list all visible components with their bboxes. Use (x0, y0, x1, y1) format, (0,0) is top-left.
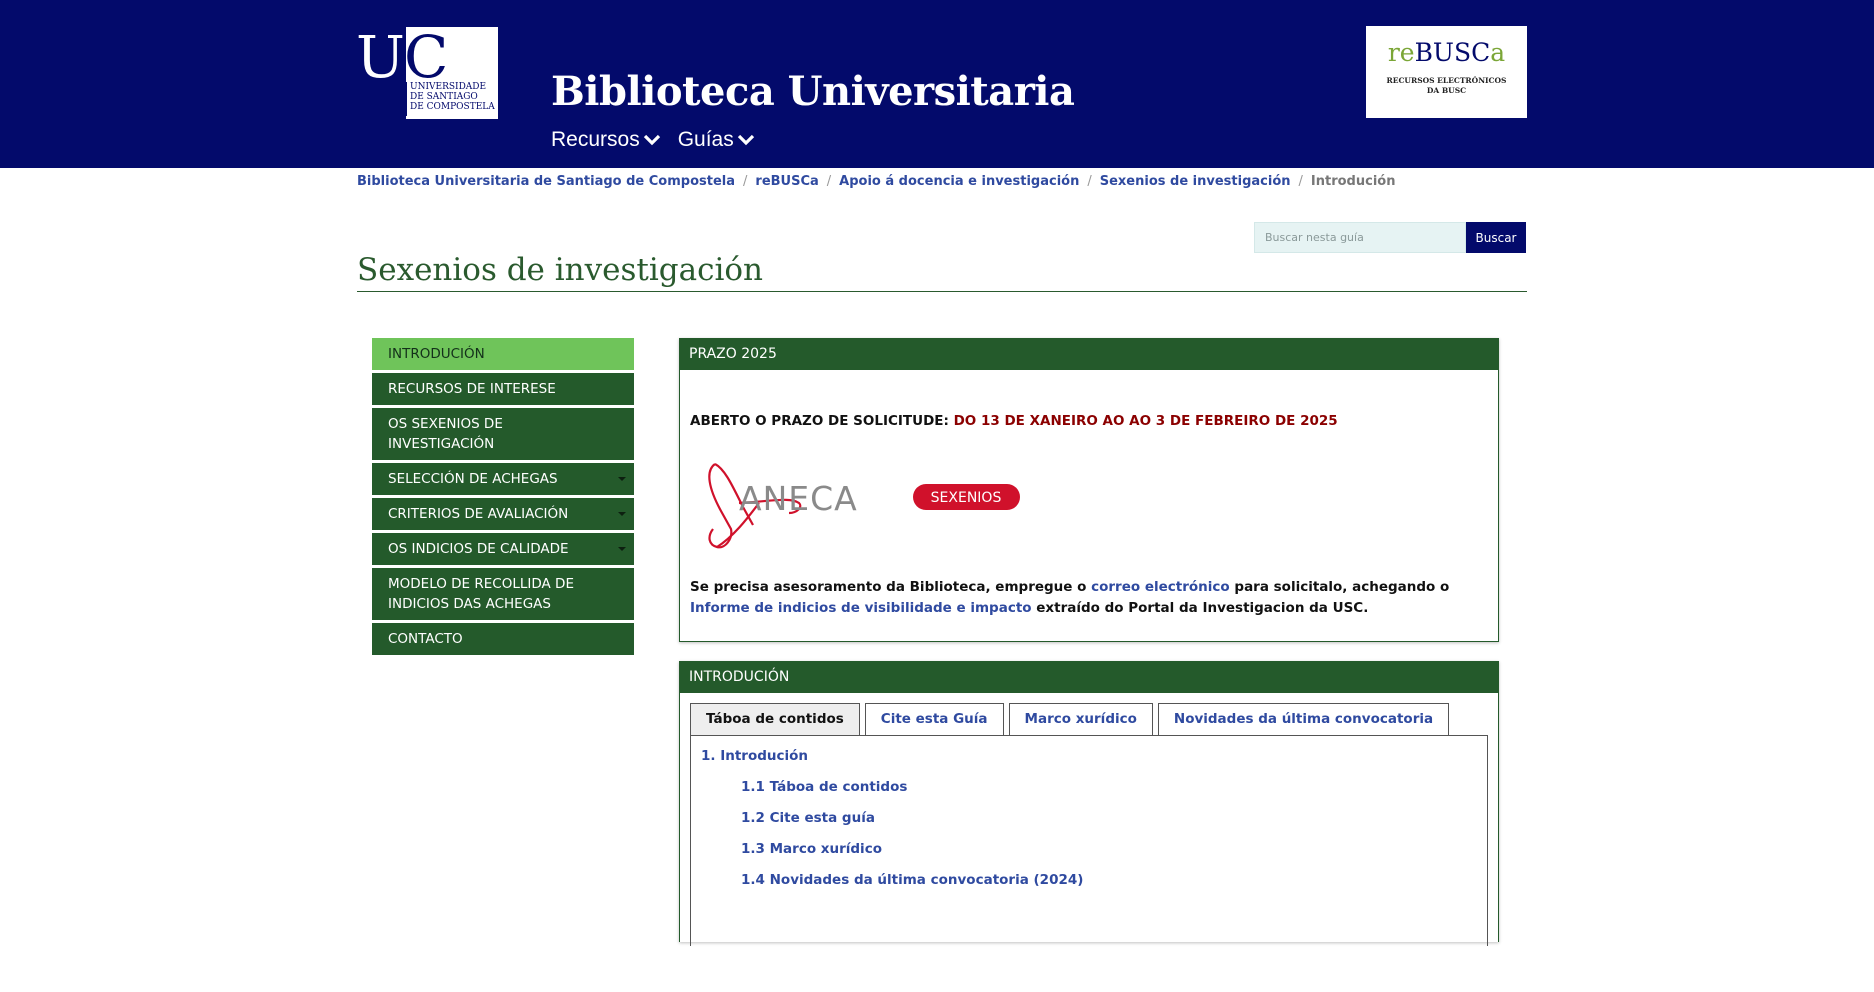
tab-marco-xuridico[interactable]: Marco xurídico (1008, 703, 1153, 735)
toc-link-taboa-de-contidos[interactable]: 1.1 Táboa de contidos (741, 779, 907, 795)
sidenav-item-os-indicios-de-calidade[interactable]: OS INDICIOS DE CALIDADE (372, 533, 634, 565)
aneca-logo-graphic: ANECA SEXENIOS (708, 463, 1020, 549)
sidenav-item-label: OS SEXENIOS DE INVESTIGACIÓN (388, 416, 503, 452)
prazo-box-heading: PRAZO 2025 (680, 339, 1498, 370)
introducion-box-heading: INTRODUCIÓN (680, 662, 1498, 693)
tab-panel-taboa-de-contidos: 1. Introdución 1.1 Táboa de contidos 1.2… (690, 735, 1488, 946)
announcement-dates: DO 13 DE XANEIRO AO AO 3 DE FEBREIRO DE … (953, 413, 1338, 429)
informe-indicios-link[interactable]: Informe de indicios de visibilidade e im… (690, 600, 1032, 616)
breadcrumb-link-sexenios[interactable]: Sexenios de investigación (1100, 174, 1291, 189)
tab-novidades[interactable]: Novidades da última convocatoria (1157, 703, 1450, 735)
guide-sidenav: INTRODUCIÓN RECURSOS DE INTERESE OS SEXE… (372, 338, 634, 658)
toc-link-novidades[interactable]: 1.4 Novidades da última convocatoria (20… (741, 872, 1083, 888)
tab-taboa-de-contidos[interactable]: Táboa de contidos (690, 703, 860, 735)
rebusca-logo[interactable]: reBUSCa RECURSOS ELECTRÓNICOS DA BUSC (1366, 26, 1527, 118)
sidenav-item-seleccion-de-achegas[interactable]: SELECCIÓN DE ACHEGAS (372, 463, 634, 495)
usc-logo-box: C UNIVERSIDADE DE SANTIAGO DE COMPOSTELA (404, 23, 498, 119)
nav-item-guias[interactable]: Guías (678, 128, 756, 152)
email-link[interactable]: correo electrónico (1091, 579, 1230, 595)
introducion-box: INTRODUCIÓN Táboa de contidos Cite esta … (679, 661, 1499, 946)
sidenav-item-recursos-de-interese[interactable]: RECURSOS DE INTERESE (372, 373, 634, 405)
chevron-down-icon (643, 134, 660, 146)
caret-down-icon[interactable] (618, 477, 626, 481)
nav-item-label: Guías (677, 128, 734, 151)
breadcrumb: Biblioteca Universitaria de Santiago de … (357, 174, 1395, 189)
sidenav-item-label: MODELO DE RECOLLIDA DE INDICIOS DAS ACHE… (388, 576, 574, 612)
sidenav-item-label: OS INDICIOS DE CALIDADE (388, 541, 569, 557)
sidenav-item-criterios-de-avaliacion[interactable]: CRITERIOS DE AVALIACIÓN (372, 498, 634, 530)
caret-down-icon[interactable] (618, 512, 626, 516)
page-title: Sexenios de investigación (357, 252, 764, 288)
usc-logo-divider (406, 82, 407, 116)
site-header: US C UNIVERSIDADE DE SANTIAGO DE COMPOST… (0, 0, 1874, 168)
breadcrumb-link-biblioteca[interactable]: Biblioteca Universitaria de Santiago de … (357, 174, 735, 189)
tab-cite-esta-guia[interactable]: Cite esta Guía (864, 703, 1004, 735)
breadcrumb-link-rebusca[interactable]: reBUSCa (755, 174, 818, 189)
breadcrumb-link-apoio[interactable]: Apoio á docencia e investigación (839, 174, 1079, 189)
rebusca-logo-subtitle: RECURSOS ELECTRÓNICOS DA BUSC (1386, 76, 1507, 95)
toc-link-marco-xuridico[interactable]: 1.3 Marco xurídico (741, 841, 882, 857)
help-text-part: extraído do Portal da Investigacion da U… (1031, 600, 1369, 616)
search-input[interactable] (1254, 222, 1466, 253)
sexenios-badge-label: SEXENIOS (931, 490, 1002, 506)
title-divider (357, 291, 1527, 292)
sidenav-item-modelo-de-recollida[interactable]: MODELO DE RECOLLIDA DE INDICIOS DAS ACHE… (372, 568, 634, 620)
nav-item-label: Recursos (551, 128, 640, 151)
usc-logo[interactable]: US C UNIVERSIDADE DE SANTIAGO DE COMPOST… (356, 23, 498, 119)
site-title[interactable]: Biblioteca Universitaria (551, 68, 1075, 115)
caret-down-icon[interactable] (618, 547, 626, 551)
help-paragraph: Se precisa asesoramento da Biblioteca, e… (690, 577, 1490, 619)
toc-link-introducion[interactable]: 1. Introdución (701, 748, 808, 764)
nav-item-recursos[interactable]: Recursos (551, 128, 662, 152)
breadcrumb-separator: / (826, 174, 832, 189)
main-nav: Recursos Guías (551, 128, 756, 152)
sidenav-item-label: INTRODUCIÓN (388, 346, 485, 362)
sidenav-item-os-sexenios[interactable]: OS SEXENIOS DE INVESTIGACIÓN (372, 408, 634, 460)
usc-logo-subtitle: UNIVERSIDADE DE SANTIAGO DE COMPOSTELA (410, 82, 495, 112)
announcement-prefix: ABERTO O PRAZO DE SOLICITUDE: (690, 413, 954, 429)
help-text-part: Se precisa asesoramento da Biblioteca, e… (690, 579, 1092, 595)
prazo-box: PRAZO 2025 ABERTO O PRAZO DE SOLICITUDE:… (679, 338, 1499, 642)
search-button[interactable]: Buscar (1466, 222, 1526, 253)
rebusca-logo-word: reBUSCa (1387, 38, 1506, 67)
breadcrumb-separator: / (1298, 174, 1303, 189)
sidenav-item-label: RECURSOS DE INTERESE (388, 381, 556, 397)
chevron-down-icon (737, 134, 754, 146)
toc-link-cite-esta-guia[interactable]: 1.2 Cite esta guía (741, 810, 875, 826)
guide-search: Buscar (1254, 222, 1526, 253)
sidenav-item-label: SELECCIÓN DE ACHEGAS (388, 471, 558, 487)
sidenav-item-contacto[interactable]: CONTACTO (372, 623, 634, 655)
intro-tabs: Táboa de contidos Cite esta Guía Marco x… (690, 703, 1450, 735)
breadcrumb-separator: / (1087, 174, 1092, 189)
help-text-part: para solicitalo, achegando o (1229, 579, 1450, 595)
sidenav-item-introducion[interactable]: INTRODUCIÓN (372, 338, 634, 370)
aneca-sexenios-logo: ANECA SEXENIOS (703, 459, 1033, 559)
breadcrumb-current: Introdución (1310, 174, 1396, 189)
sidenav-item-label: CONTACTO (388, 631, 463, 647)
breadcrumb-separator: / (743, 174, 748, 189)
sidenav-item-label: CRITERIOS DE AVALIACIÓN (388, 506, 569, 522)
aneca-wordmark: ANECA (739, 479, 858, 518)
deadline-announcement: ABERTO O PRAZO DE SOLICITUDE: DO 13 DE X… (690, 413, 1338, 429)
